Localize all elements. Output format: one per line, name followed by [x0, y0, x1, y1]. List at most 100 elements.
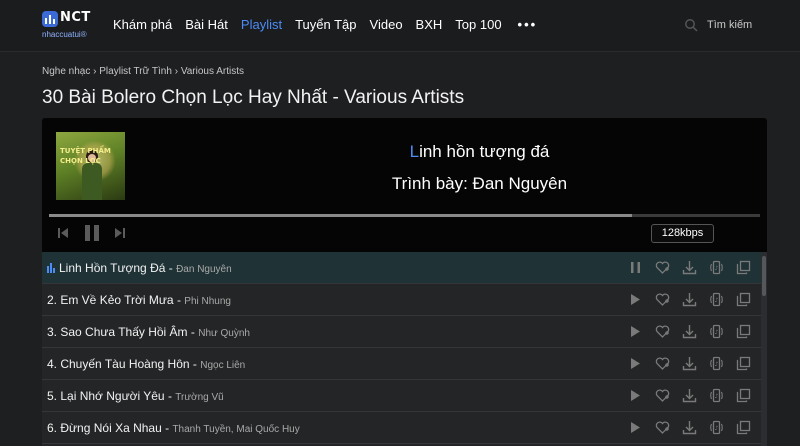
download-button[interactable]	[676, 260, 703, 276]
track-title[interactable]: 6. Đừng Nói Xa Nhau	[47, 421, 162, 435]
share-button[interactable]	[730, 420, 757, 436]
ringtone-icon: ♪	[710, 260, 723, 275]
track-separator: -	[187, 325, 199, 339]
ringtone-button[interactable]: ♪	[703, 324, 730, 340]
track-row[interactable]: 5. Lại Nhớ Người Yêu - Trường Vũ ♪	[42, 380, 767, 412]
progress-fill	[49, 214, 633, 217]
track-label[interactable]: 3. Sao Chưa Thấy Hồi Âm - Như Quỳnh	[47, 325, 250, 339]
share-button[interactable]	[730, 356, 757, 372]
scrollbar[interactable]	[761, 252, 767, 446]
track-actions: ♪	[622, 260, 757, 276]
now-playing-artist: Trình bày: Đan Nguyên	[391, 174, 568, 193]
pause-button[interactable]	[83, 224, 101, 242]
track-artist[interactable]: Đan Nguyên	[176, 264, 232, 275]
track-separator: -	[161, 421, 173, 435]
share-button[interactable]	[730, 292, 757, 308]
breadcrumb-item[interactable]: Nghe nhạc	[42, 66, 90, 77]
download-button[interactable]	[676, 292, 703, 308]
svg-text:♪: ♪	[715, 329, 719, 336]
heart-add-icon	[655, 325, 670, 338]
track-title[interactable]: 5. Lại Nhớ Người Yêu	[47, 389, 165, 403]
add-to-playlist-button[interactable]	[649, 420, 676, 436]
previous-icon	[58, 228, 68, 238]
track-title[interactable]: Linh Hồn Tượng Đá	[59, 261, 165, 275]
track-separator: -	[173, 293, 185, 307]
nav-tuyen-tap[interactable]: Tuyển Tập	[295, 17, 356, 32]
add-to-playlist-button[interactable]	[649, 388, 676, 404]
copy-share-icon	[736, 356, 751, 371]
track-row[interactable]: 2. Em Về Kẻo Trời Mưa - Phi Nhung ♪	[42, 284, 767, 316]
download-button[interactable]	[676, 388, 703, 404]
track-play-button[interactable]	[622, 292, 649, 308]
heart-add-icon	[655, 293, 670, 306]
download-button[interactable]	[676, 356, 703, 372]
share-button[interactable]	[730, 324, 757, 340]
copy-share-icon	[736, 388, 751, 403]
more-menu-button[interactable]: •••	[518, 17, 538, 32]
logo-icon	[42, 11, 58, 27]
nct-logo[interactable]: NCT nhaccuatui®	[42, 10, 102, 44]
track-actions: ♪	[622, 420, 757, 436]
ringtone-button[interactable]: ♪	[703, 260, 730, 276]
breadcrumb-item[interactable]: Various Artists	[181, 66, 244, 77]
ringtone-button[interactable]: ♪	[703, 420, 730, 436]
now-playing-title: Linh hồn tượng đá	[42, 142, 767, 162]
ringtone-icon: ♪	[710, 324, 723, 339]
music-player: TUYỆT PHẨM CHỌN LỌC Linh hồn tượng đá Tr…	[42, 118, 767, 252]
share-button[interactable]	[730, 388, 757, 404]
ringtone-button[interactable]: ♪	[703, 388, 730, 404]
track-row[interactable]: Linh Hồn Tượng Đá - Đan Nguyên ♪	[42, 252, 767, 284]
track-pause-button[interactable]	[622, 260, 649, 276]
breadcrumb: Nghe nhạc › Playlist Trữ Tình › Various …	[42, 66, 244, 77]
track-artist[interactable]: Trường Vũ	[175, 392, 223, 403]
previous-button[interactable]	[57, 226, 69, 240]
track-separator: -	[189, 357, 201, 371]
track-label[interactable]: 5. Lại Nhớ Người Yêu - Trường Vũ	[47, 389, 224, 403]
track-artist[interactable]: Ngọc Liên	[200, 360, 245, 371]
track-artist[interactable]: Thanh Tuyền, Mai Quốc Huy	[172, 424, 299, 435]
track-row[interactable]: 4. Chuyến Tàu Hoàng Hôn - Ngọc Liên ♪	[42, 348, 767, 380]
track-label[interactable]: 2. Em Về Kẻo Trời Mưa - Phi Nhung	[47, 293, 231, 307]
nav-kham-pha[interactable]: Khám phá	[113, 17, 172, 32]
track-artist[interactable]: Như Quỳnh	[198, 328, 250, 339]
ringtone-button[interactable]: ♪	[703, 292, 730, 308]
download-icon	[682, 325, 697, 339]
nav-bai-hat[interactable]: Bài Hát	[185, 17, 228, 32]
track-title[interactable]: 4. Chuyến Tàu Hoàng Hôn	[47, 357, 190, 371]
track-title[interactable]: 2. Em Về Kẻo Trời Mưa	[47, 293, 174, 307]
download-button[interactable]	[676, 324, 703, 340]
track-separator: -	[164, 389, 176, 403]
breadcrumb-item[interactable]: Playlist Trữ Tình	[99, 66, 172, 77]
progress-bar[interactable]	[49, 214, 760, 217]
track-play-button[interactable]	[622, 420, 649, 436]
track-title[interactable]: 3. Sao Chưa Thấy Hồi Âm	[47, 325, 188, 339]
track-row[interactable]: 6. Đừng Nói Xa Nhau - Thanh Tuyền, Mai Q…	[42, 412, 767, 444]
add-to-playlist-button[interactable]	[649, 292, 676, 308]
search-icon	[685, 19, 698, 32]
track-play-button[interactable]	[622, 324, 649, 340]
add-to-playlist-button[interactable]	[649, 356, 676, 372]
search-box[interactable]: Tìm kiếm	[684, 18, 752, 32]
add-to-playlist-button[interactable]	[649, 260, 676, 276]
track-play-button[interactable]	[622, 388, 649, 404]
ringtone-icon: ♪	[710, 292, 723, 307]
track-label[interactable]: 4. Chuyến Tàu Hoàng Hôn - Ngọc Liên	[47, 357, 245, 371]
download-icon	[682, 389, 697, 403]
ringtone-button[interactable]: ♪	[703, 356, 730, 372]
track-row[interactable]: 3. Sao Chưa Thấy Hồi Âm - Như Quỳnh ♪	[42, 316, 767, 348]
next-button[interactable]	[114, 226, 126, 240]
bitrate-button[interactable]: 128kbps	[651, 224, 714, 243]
track-label[interactable]: 6. Đừng Nói Xa Nhau - Thanh Tuyền, Mai Q…	[47, 421, 300, 435]
nav-top-100[interactable]: Top 100	[455, 17, 501, 32]
page-title: 30 Bài Bolero Chọn Lọc Hay Nhất - Variou…	[42, 87, 465, 108]
share-button[interactable]	[730, 260, 757, 276]
track-artist[interactable]: Phi Nhung	[184, 296, 231, 307]
nav-playlist[interactable]: Playlist	[241, 17, 282, 32]
nav-video[interactable]: Video	[370, 17, 403, 32]
download-button[interactable]	[676, 420, 703, 436]
search-placeholder[interactable]: Tìm kiếm	[707, 19, 752, 31]
track-label[interactable]: Linh Hồn Tượng Đá - Đan Nguyên	[47, 261, 232, 275]
nav-bxh[interactable]: BXH	[416, 17, 443, 32]
track-play-button[interactable]	[622, 356, 649, 372]
add-to-playlist-button[interactable]	[649, 324, 676, 340]
